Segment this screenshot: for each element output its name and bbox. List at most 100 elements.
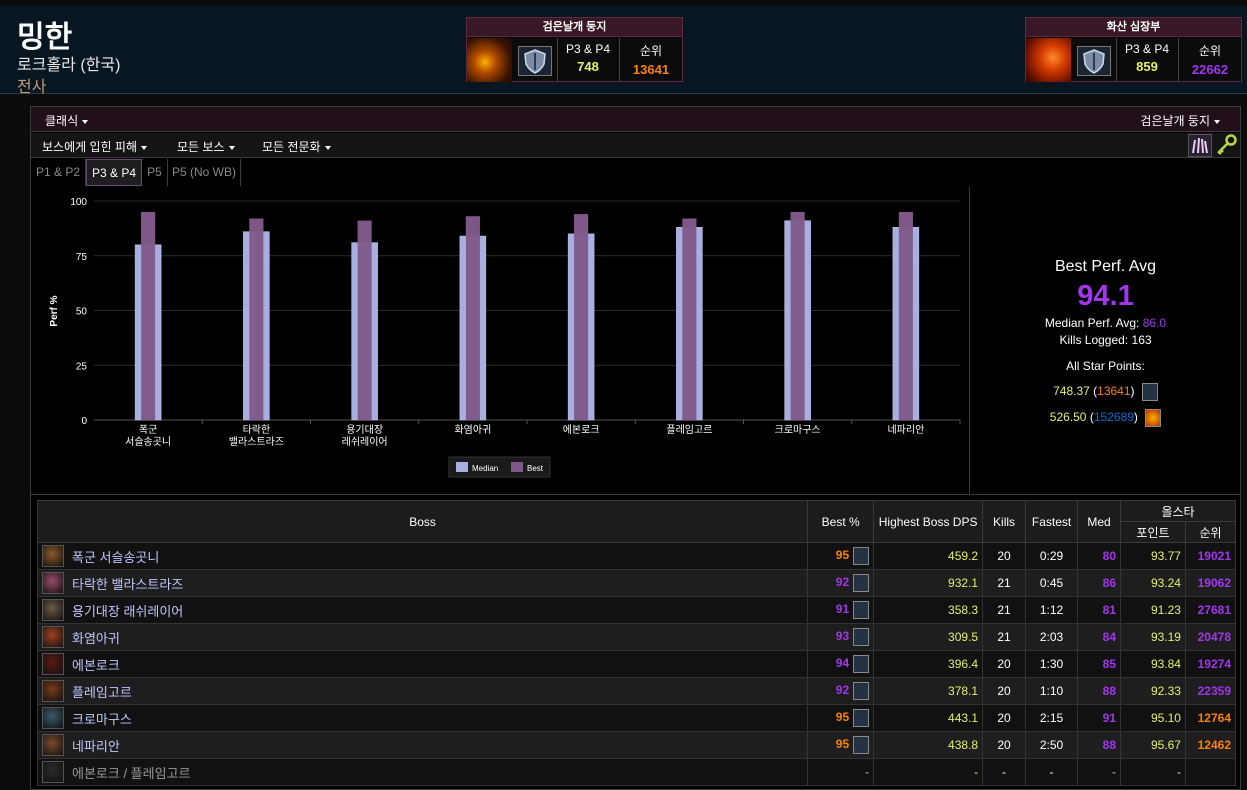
boss-cell[interactable]: 타락한 밸라스트라즈 xyxy=(36,569,809,597)
shield-icon[interactable] xyxy=(853,547,870,565)
zone-card-title: 검은날개 둥지 xyxy=(467,18,682,37)
version-dropdown-label: 클래식 xyxy=(45,114,79,128)
col-med[interactable]: Med xyxy=(1077,500,1121,543)
boss-name[interactable]: 에본로크 xyxy=(72,658,120,673)
boss-table: Boss Best % Highest Boss DPS Kills Faste… xyxy=(36,500,1237,786)
boss-name[interactable]: 에본로크 / 플레임고르 xyxy=(72,766,190,781)
boss-dropdown-label: 모든 보스 xyxy=(177,140,225,154)
x-tick-label: 플레임고르 xyxy=(666,423,712,436)
table-row[interactable]: 플레임고르 92 378.1 20 1:10 88 92.33 22359 xyxy=(36,677,1237,705)
dps-cell: 309.5 xyxy=(873,623,984,651)
best-cell: 93 xyxy=(807,623,875,651)
best-cell: - xyxy=(807,758,875,786)
boss-name[interactable]: 화염아귀 xyxy=(72,631,120,646)
boss-cell[interactable]: 용기대장 래쉬레이어 xyxy=(36,596,809,624)
col-dps[interactable]: Highest Boss DPS xyxy=(873,500,984,543)
shield-icon[interactable] xyxy=(853,709,870,727)
table-row[interactable]: 크로마구스 95 443.1 20 2:15 91 95.10 12764 xyxy=(36,704,1237,732)
table-row[interactable]: 화염아귀 93 309.5 21 2:03 84 93.19 20478 xyxy=(36,623,1237,651)
class-icon[interactable] xyxy=(1188,134,1212,157)
boss-name[interactable]: 타락한 밸라스트라즈 xyxy=(72,577,183,592)
spec-dropdown[interactable]: 모든 전문화 xyxy=(262,138,331,155)
fastest-cell: 1:30 xyxy=(1025,650,1079,678)
boss-name[interactable]: 폭군 서슬송곳니 xyxy=(72,550,159,565)
legend-swatch-best xyxy=(511,462,523,472)
zone-image-icon xyxy=(467,38,512,82)
table-row[interactable]: 타락한 밸라스트라즈 92 932.1 21 0:45 86 93.24 19062 xyxy=(36,569,1237,597)
tab-p5[interactable]: P5 xyxy=(142,159,168,186)
boss-name[interactable]: 네파리안 xyxy=(72,739,120,754)
table-row[interactable]: 폭군 서슬송곳니 95 459.2 20 0:29 80 93.77 19021 xyxy=(36,542,1237,570)
dps-cell: 932.1 xyxy=(873,569,984,597)
perf-chart-svg: 0 25 50 75 100 Perf % 폭군서슬송곳니 타락한밸라스트라즈 용기대장레쉬레이… xyxy=(49,197,961,478)
shield-icon[interactable] xyxy=(853,628,870,646)
boss-portrait-icon xyxy=(42,707,64,729)
shield-icon[interactable] xyxy=(853,601,870,619)
kills-logged-value: 163 xyxy=(1131,333,1152,347)
shield-icon[interactable] xyxy=(853,682,870,700)
version-bar: 클래식 검은날개 둥지 xyxy=(31,107,1240,132)
col-kills[interactable]: Kills xyxy=(982,500,1027,543)
key-icon[interactable] xyxy=(1214,134,1238,157)
col-best[interactable]: Best % xyxy=(807,500,875,543)
med-cell: 88 xyxy=(1077,677,1121,705)
boss-dropdown[interactable]: 모든 보스 xyxy=(177,138,235,155)
col-allstar: 올스타 xyxy=(1120,500,1236,522)
allstar-points: 526.50 xyxy=(1049,410,1087,425)
boss-cell[interactable]: 크로마구스 xyxy=(36,704,809,732)
points-cell: 95.10 xyxy=(1120,704,1186,732)
boss-cell[interactable]: 에본로크 / 플레임고르 xyxy=(36,758,809,786)
allstar-rank: 152689 xyxy=(1093,410,1134,425)
zone-card-molten[interactable]: 화산 심장부 P3 & P4 859 순위 22662 xyxy=(1025,17,1242,82)
best-percent: 95 xyxy=(835,710,850,725)
metric-dropdown-label: 보스에게 입힌 피해 xyxy=(42,140,137,154)
bar-best-overlay xyxy=(682,218,697,420)
boss-cell[interactable]: 에본로크 xyxy=(36,650,809,678)
boss-name[interactable]: 용기대장 래쉬레이어 xyxy=(72,604,183,619)
best-cell: 92 xyxy=(807,569,875,597)
best-percent: 93 xyxy=(835,629,850,644)
shield-icon[interactable] xyxy=(853,736,870,754)
col-points[interactable]: 포인트 xyxy=(1120,521,1186,543)
zone-card-title: 화산 심장부 xyxy=(1026,18,1241,37)
med-cell: 86 xyxy=(1077,569,1121,597)
boss-cell[interactable]: 플레임고르 xyxy=(36,677,809,705)
tab-p3-p4[interactable]: P3 & P4 xyxy=(86,159,142,186)
tab-p5-no-wb[interactable]: P5 (No WB) xyxy=(168,159,241,186)
dps-cell: 443.1 xyxy=(873,704,984,732)
zone-card-blackwing[interactable]: 검은날개 둥지 P3 & P4 748 순위 13641 xyxy=(466,17,683,82)
boss-cell[interactable]: 네파리안 xyxy=(36,731,809,759)
version-dropdown[interactable]: 클래식 xyxy=(45,112,89,129)
rankings-panel: 클래식 검은날개 둥지 보스에게 입힌 피해 모든 보스 모든 전문화 P1 &… xyxy=(30,106,1241,790)
col-rank[interactable]: 순위 xyxy=(1184,521,1237,543)
shield-icon xyxy=(518,46,552,76)
x-tick-label: 용기대장 xyxy=(346,424,383,436)
character-server[interactable]: 로크홀라 (한국) xyxy=(17,51,120,75)
best-cell: 94 xyxy=(807,650,875,678)
bar-best-overlay xyxy=(574,214,589,420)
points-cell: 93.24 xyxy=(1120,569,1186,597)
metric-dropdown[interactable]: 보스에게 입힌 피해 xyxy=(42,138,147,155)
boss-portrait-icon xyxy=(42,653,64,675)
boss-cell[interactable]: 화염아귀 xyxy=(36,623,809,651)
shield-icon[interactable] xyxy=(853,655,870,673)
boss-name[interactable]: 플레임고르 xyxy=(72,685,132,700)
boss-cell[interactable]: 폭군 서슬송곳니 xyxy=(36,542,809,570)
x-tick-label: 폭군 xyxy=(139,424,157,436)
fastest-cell: 2:50 xyxy=(1025,731,1079,759)
col-boss[interactable]: Boss xyxy=(36,500,809,543)
table-row[interactable]: 에본로크 / 플레임고르 - - - - - - xyxy=(36,758,1237,786)
tab-p1-p2[interactable]: P1 & P2 xyxy=(31,159,86,186)
table-row[interactable]: 네파리안 95 438.8 20 2:50 88 95.67 12462 xyxy=(36,731,1237,759)
boss-name[interactable]: 크로마구스 xyxy=(72,712,132,727)
col-fastest[interactable]: Fastest xyxy=(1025,500,1079,543)
boss-portrait-icon xyxy=(42,599,64,621)
shield-icon[interactable] xyxy=(853,574,870,592)
kills-cell: 20 xyxy=(982,542,1027,570)
zone-dropdown[interactable]: 검은날개 둥지 xyxy=(1140,112,1220,129)
med-cell: - xyxy=(1077,758,1121,786)
x-tick-label: 타락한 xyxy=(243,424,271,436)
table-row[interactable]: 에본로크 94 396.4 20 1:30 85 93.84 19274 xyxy=(36,650,1237,678)
table-row[interactable]: 용기대장 래쉬레이어 91 358.3 21 1:12 81 91.23 27681 xyxy=(36,596,1237,624)
rank-cell: 19274 xyxy=(1184,650,1237,678)
